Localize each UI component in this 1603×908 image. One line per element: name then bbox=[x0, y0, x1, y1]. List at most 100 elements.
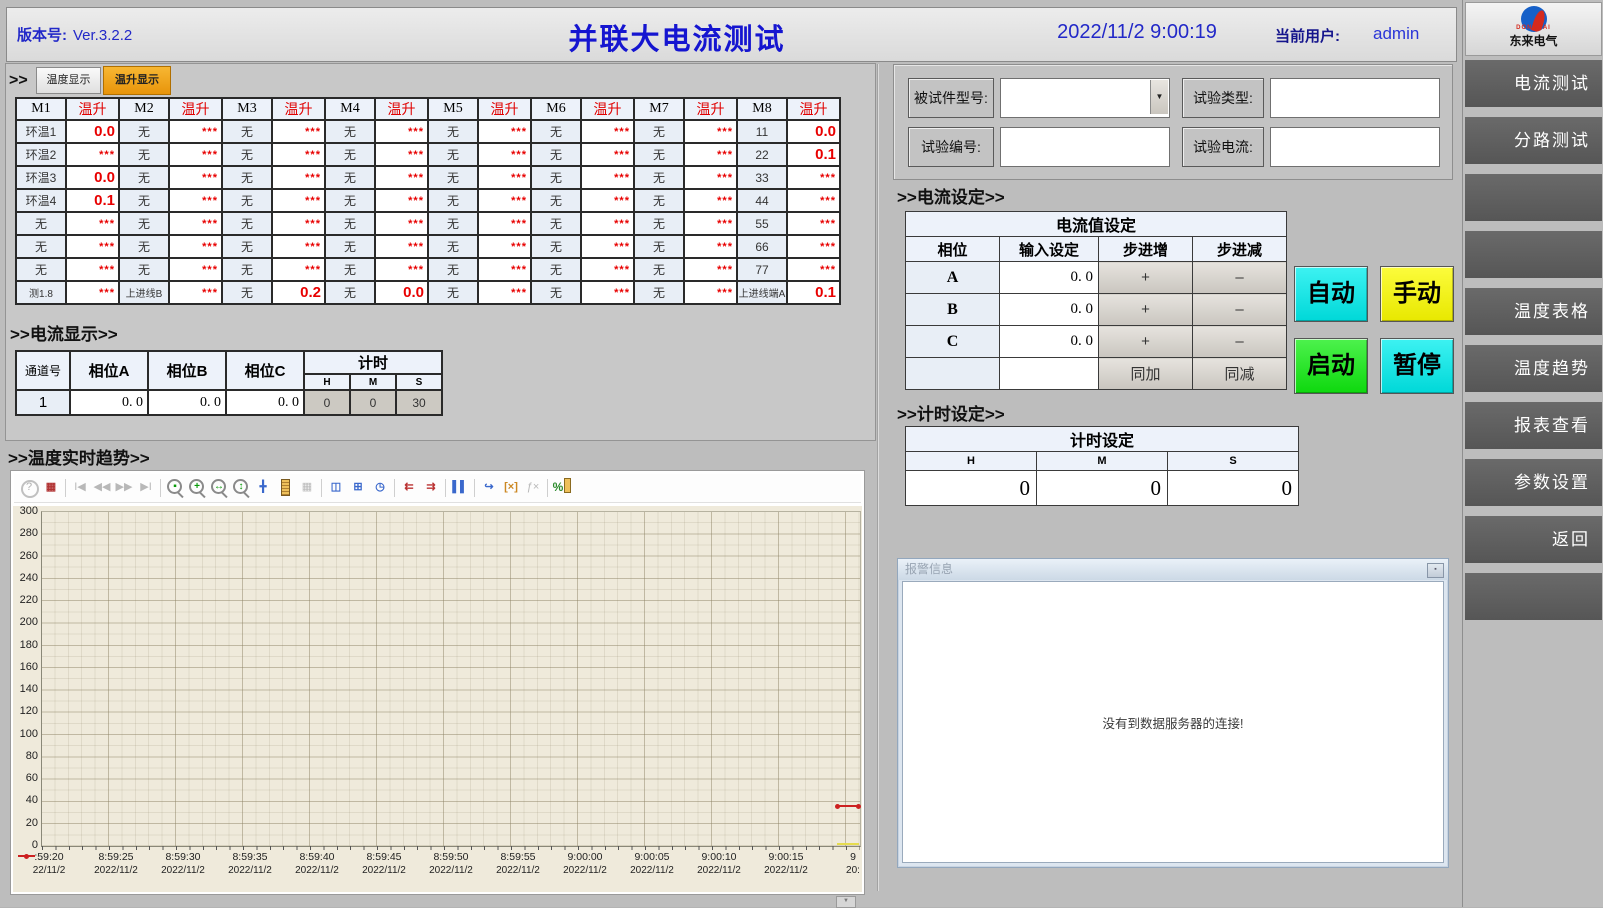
rise-value-cell: *** bbox=[581, 189, 634, 212]
phase-a-set-input[interactable]: 0. 0 bbox=[1000, 262, 1099, 294]
phase-c-step-plus-button[interactable]: + bbox=[1099, 326, 1193, 358]
zoom-box-icon[interactable]: ▪ bbox=[164, 477, 186, 499]
rise-value-cell: *** bbox=[478, 166, 531, 189]
scroll-plot-right-icon[interactable]: ⇉ bbox=[420, 477, 442, 499]
point-label-cell: 无 bbox=[428, 212, 478, 235]
rise-value-cell: *** bbox=[787, 258, 840, 281]
trace-yellow bbox=[837, 843, 859, 845]
rise-value-cell: *** bbox=[375, 166, 428, 189]
chart-scroll-down-button[interactable]: ▼ bbox=[836, 896, 856, 908]
current-user-label: 当前用户: bbox=[1275, 25, 1340, 46]
phase-a-step-minus-button[interactable]: – bbox=[1193, 262, 1287, 294]
point-label-cell: 无 bbox=[634, 258, 684, 281]
specimen-model-combobox[interactable]: ▼ bbox=[1000, 78, 1170, 118]
y-axis-tick-label: 20 bbox=[13, 817, 38, 829]
manual-button[interactable]: 手动 bbox=[1380, 266, 1454, 322]
temp-row: 环温10.0无***无***无***无***无***无***110.0 bbox=[16, 120, 840, 143]
plot-region[interactable] bbox=[41, 511, 861, 847]
point-label-cell: 33 bbox=[737, 166, 787, 189]
alarm-close-button[interactable]: ▪ bbox=[1427, 563, 1444, 578]
col-hour: H bbox=[304, 374, 350, 390]
pan-icon[interactable]: ╋ bbox=[252, 477, 274, 499]
sidebar-item-branch-test[interactable]: 分路测试 bbox=[1465, 117, 1602, 164]
auto-button[interactable]: 自动 bbox=[1294, 266, 1368, 322]
y-axis-tick-label: 100 bbox=[13, 728, 38, 740]
point-label-cell: 无 bbox=[119, 166, 169, 189]
y-axis-tick-label: 80 bbox=[13, 750, 38, 762]
point-label-cell: 无 bbox=[634, 212, 684, 235]
phase-b-set-input[interactable]: 0. 0 bbox=[1000, 294, 1099, 326]
timer-second-input[interactable]: 0 bbox=[1168, 471, 1299, 506]
phase-b-step-minus-button[interactable]: – bbox=[1193, 294, 1287, 326]
test-type-input[interactable] bbox=[1270, 78, 1440, 118]
rise-value-cell: *** bbox=[66, 235, 119, 258]
point-label-cell: 无 bbox=[119, 258, 169, 281]
pause-plot-icon[interactable]: ▌▌ bbox=[449, 477, 471, 499]
zoom-in-icon[interactable]: + bbox=[186, 477, 208, 499]
sidebar-item-current-test[interactable]: 电流测试 bbox=[1465, 60, 1602, 107]
current-user-value: admin bbox=[1373, 24, 1419, 44]
export-dialog-icon[interactable]: ▦ bbox=[40, 477, 62, 499]
alarm-message: 没有到数据服务器的连接! bbox=[1103, 713, 1244, 732]
x-axis-time-label: 8:59:55 bbox=[488, 851, 548, 863]
tab-temp-display[interactable]: 温度显示 bbox=[36, 67, 101, 94]
point-label-cell: 无 bbox=[325, 120, 375, 143]
point-label-cell: 无 bbox=[222, 212, 272, 235]
all-increase-button[interactable]: 同加 bbox=[1099, 358, 1193, 390]
add-plot-icon[interactable]: ⊞ bbox=[347, 477, 369, 499]
sidebar-item-temp-trend[interactable]: 温度趋势 bbox=[1465, 345, 1602, 392]
cursor-brackets-icon[interactable]: [×] bbox=[500, 477, 522, 499]
cursor-link-icon[interactable]: ↪ bbox=[478, 477, 500, 499]
x-axis-date-label: 22/11/2 bbox=[17, 865, 81, 876]
sidebar-item-blank-3 bbox=[1465, 573, 1602, 620]
phase-b-step-plus-button[interactable]: + bbox=[1099, 294, 1193, 326]
point-label-cell: 无 bbox=[325, 212, 375, 235]
test-current-input[interactable] bbox=[1270, 127, 1440, 167]
phase-c-set-input[interactable]: 0. 0 bbox=[1000, 326, 1099, 358]
x-axis-time-label: 8:59:45 bbox=[354, 851, 414, 863]
phase-c-step-minus-button[interactable]: – bbox=[1193, 326, 1287, 358]
layout-icon[interactable]: ◫ bbox=[325, 477, 347, 499]
current-display-row: 1 0. 0 0. 0 0. 0 0 0 30 bbox=[16, 390, 442, 415]
trend-heading: >>温度实时趋势>> bbox=[8, 444, 150, 469]
timer-minute-input[interactable]: 0 bbox=[1037, 471, 1168, 506]
point-label-cell: 44 bbox=[737, 189, 787, 212]
combo-dropdown-icon[interactable]: ▼ bbox=[1150, 80, 1168, 114]
timer-hour-input[interactable]: 0 bbox=[906, 471, 1037, 506]
time-axis-icon[interactable]: ◷ bbox=[369, 477, 391, 499]
phase-c-current: 0. 0 bbox=[226, 390, 304, 415]
test-number-input[interactable] bbox=[1000, 127, 1170, 167]
tabs-prefix: >> bbox=[9, 72, 28, 90]
current-display-heading: >>电流显示>> bbox=[10, 320, 118, 345]
rise-value-cell: *** bbox=[581, 281, 634, 304]
zoom-y-icon[interactable]: ↕ bbox=[230, 477, 252, 499]
y-axis-tick-label: 200 bbox=[13, 616, 38, 628]
rise-value-cell: *** bbox=[272, 120, 325, 143]
point-label-cell: 无 bbox=[634, 143, 684, 166]
rise-value-cell: *** bbox=[66, 143, 119, 166]
point-label-cell: 无 bbox=[16, 212, 66, 235]
col-channel: 通道号 bbox=[16, 351, 70, 390]
tab-rise-display[interactable]: 温升显示 bbox=[103, 66, 171, 95]
point-label-cell: 环温1 bbox=[16, 120, 66, 143]
rise-value-cell: *** bbox=[272, 166, 325, 189]
start-button[interactable]: 启动 bbox=[1294, 338, 1368, 394]
sidebar-item-temp-table[interactable]: 温度表格 bbox=[1465, 288, 1602, 335]
percent-scale-icon[interactable]: % bbox=[551, 477, 573, 499]
x-axis-date-label: 2022/11/2 bbox=[553, 865, 617, 876]
sidebar-item-report-view[interactable]: 报表查看 bbox=[1465, 402, 1602, 449]
rise-value-cell: *** bbox=[66, 258, 119, 281]
scroll-plot-left-icon[interactable]: ⇇ bbox=[398, 477, 420, 499]
rise-value-cell: *** bbox=[581, 258, 634, 281]
trend-chart-panel: ?▦Ι◀◀◀▶▶▶Ι▪+↔↕╋▦◫⊞◷⇇⇉▌▌↪[×]ƒ×% 300280260… bbox=[10, 470, 865, 895]
x-axis-time-label: 9:00:00 bbox=[555, 851, 615, 863]
phase-a-step-plus-button[interactable]: + bbox=[1099, 262, 1193, 294]
pause-button[interactable]: 暂停 bbox=[1380, 338, 1454, 394]
zoom-x-icon[interactable]: ↔ bbox=[208, 477, 230, 499]
rise-value-cell: *** bbox=[478, 258, 531, 281]
all-decrease-button[interactable]: 同减 bbox=[1193, 358, 1287, 390]
axis-ruler-icon[interactable] bbox=[274, 477, 296, 499]
point-label-cell: 上进线端A bbox=[737, 281, 787, 304]
sidebar-item-param-setting[interactable]: 参数设置 bbox=[1465, 459, 1602, 506]
sidebar-item-back[interactable]: 返回 bbox=[1465, 516, 1602, 563]
